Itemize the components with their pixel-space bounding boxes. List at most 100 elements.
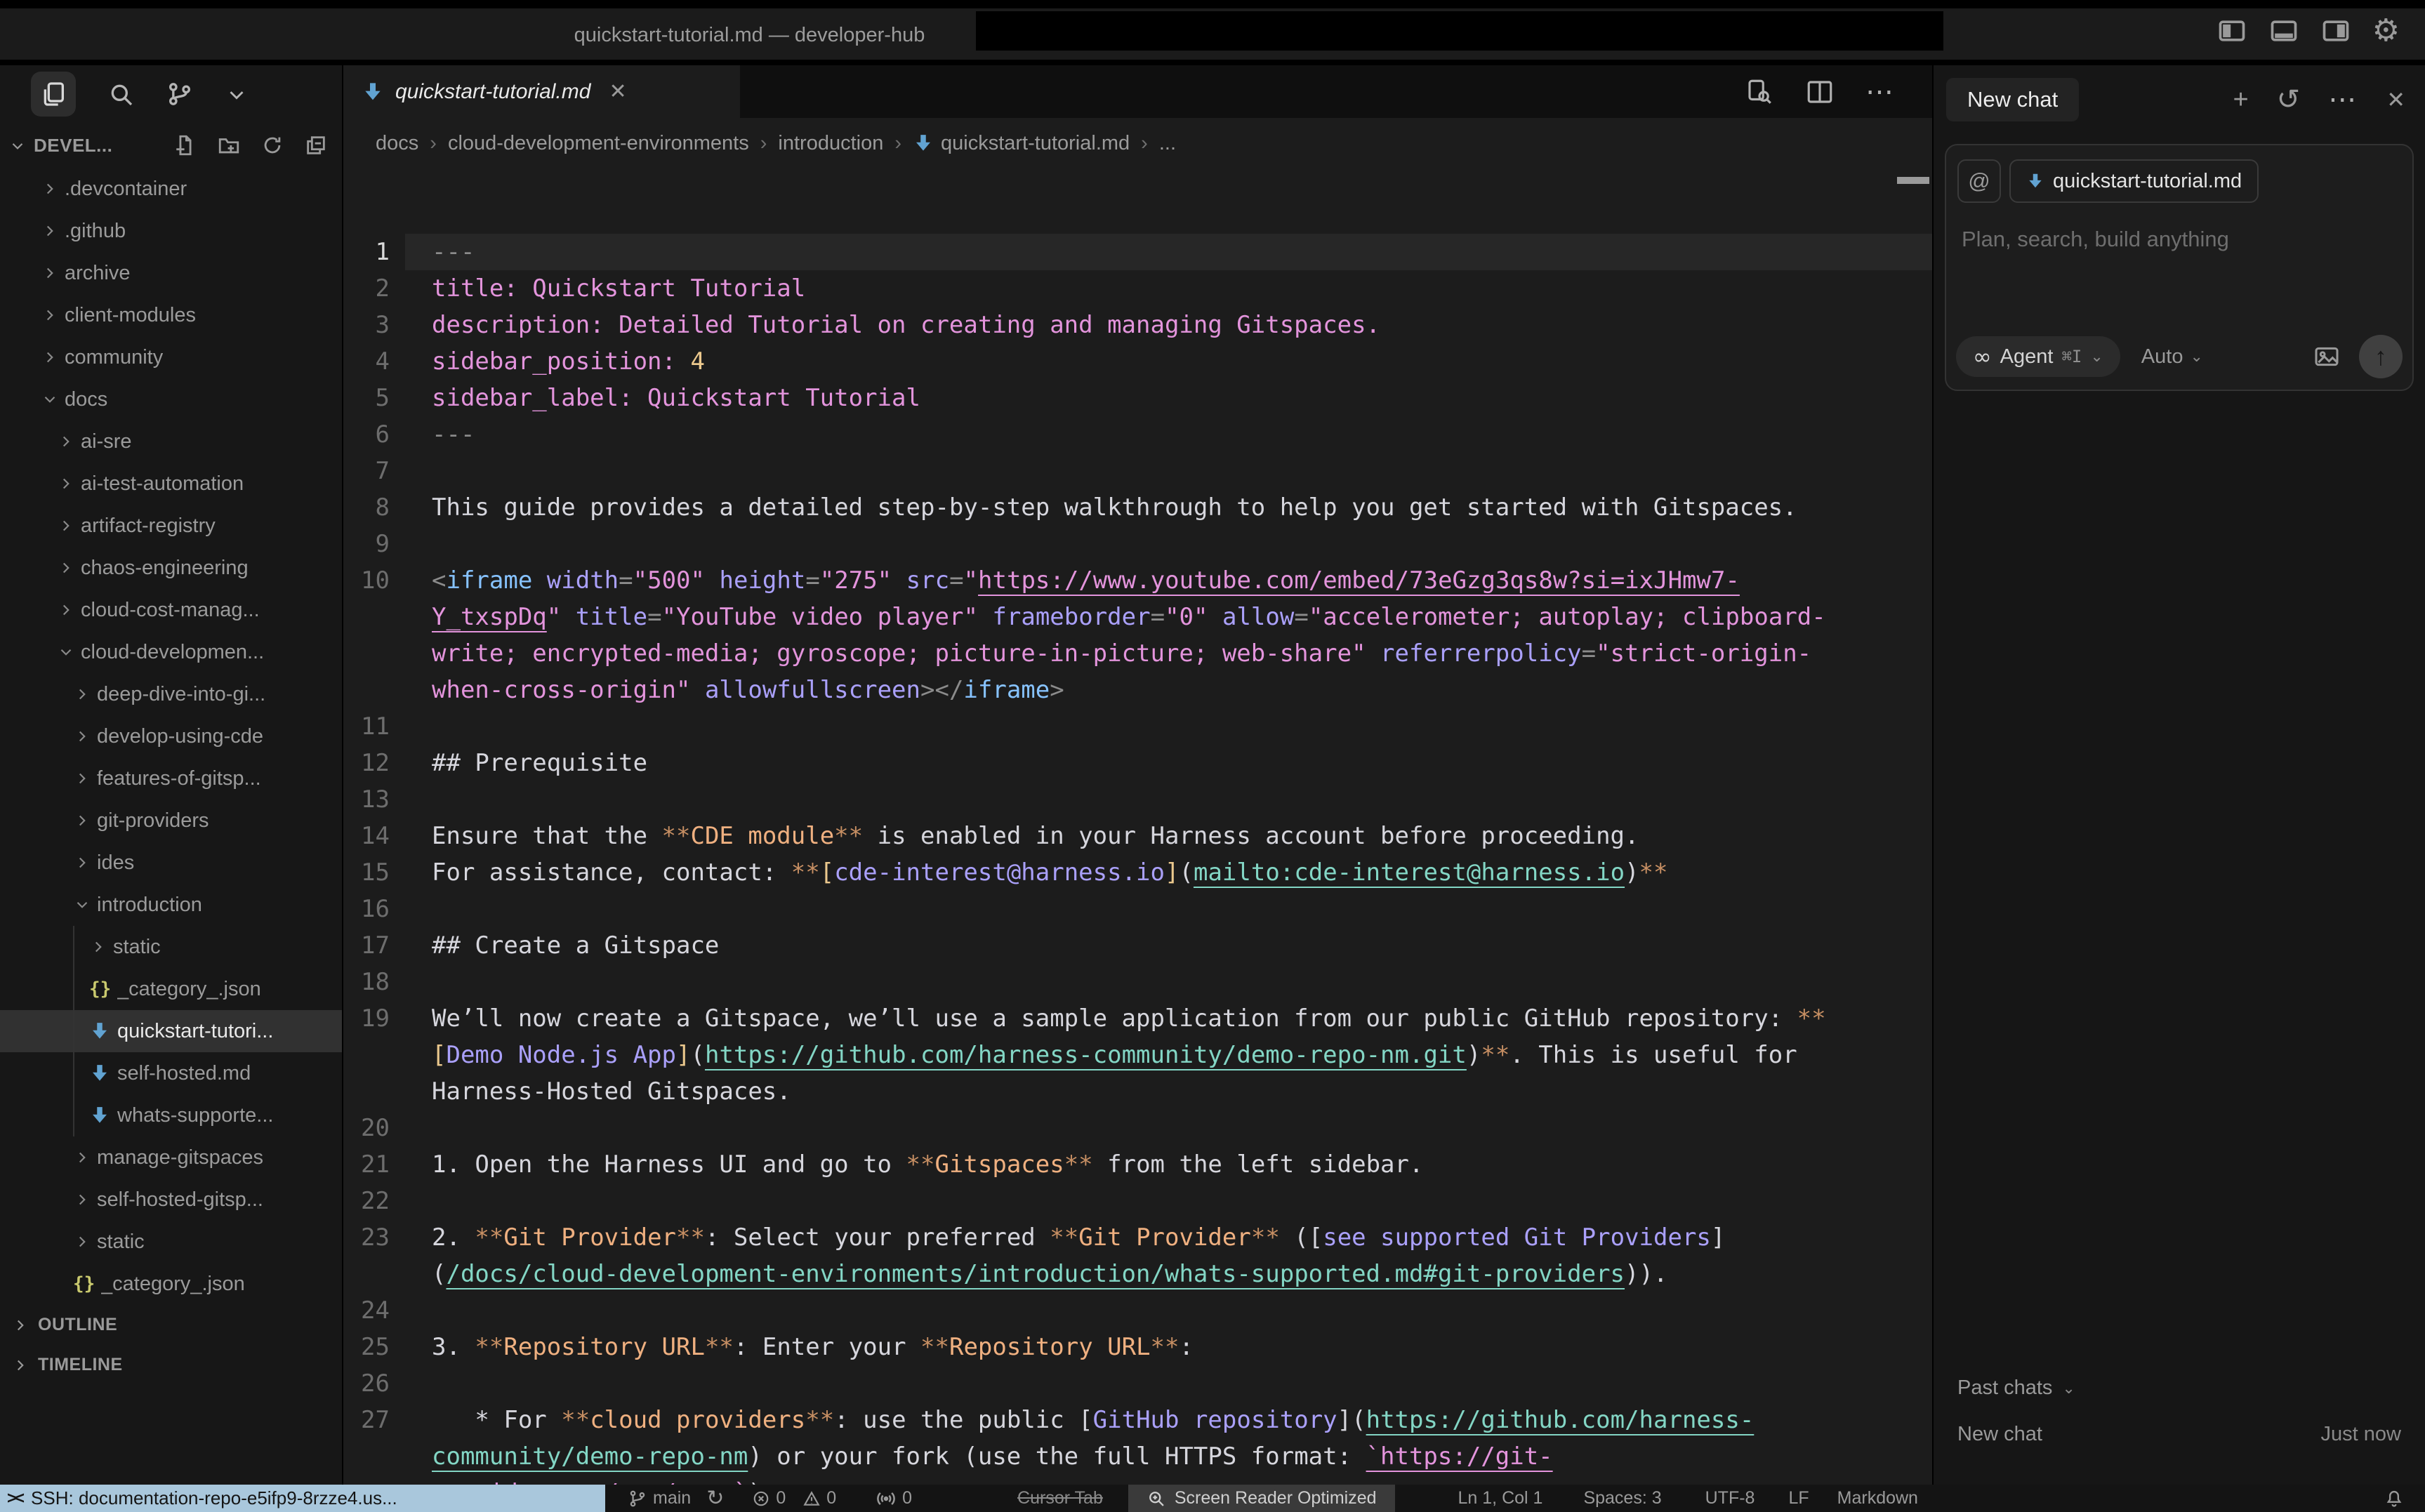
timeline-section[interactable]: TIMELINE [0,1345,342,1385]
chat-history-icon[interactable]: ↺ [2277,84,2301,116]
toggle-left-sidebar-icon[interactable] [2216,15,2247,46]
breadcrumb-item[interactable]: quickstart-tutorial.md [913,132,1130,155]
tree-item-quickstart-tutori-[interactable]: quickstart-tutori... [0,1010,342,1052]
screen-reader-indicator[interactable]: Screen Reader Optimized [1128,1485,1395,1512]
code-line[interactable]: (/docs/cloud-development-environments/in… [343,1256,1932,1292]
code-line[interactable]: 13 [343,781,1932,818]
agent-mode-selector[interactable]: ∞ Agent ⌘I ⌄ [1956,336,2120,377]
tree-item-manage-gitspaces[interactable]: manage-gitspaces [0,1136,342,1179]
tree-item-archive[interactable]: archive [0,252,342,294]
tree-item-static[interactable]: static [0,1221,342,1263]
tree-item-features-of-gitsp-[interactable]: features-of-gitsp... [0,757,342,800]
chat-more-icon[interactable]: ⋯ [2328,93,2358,107]
tree-item-ai-sre[interactable]: ai-sre [0,420,342,463]
code-line[interactable]: 16 [343,891,1932,927]
refresh-icon[interactable] [260,133,284,157]
breadcrumb-item[interactable]: docs [376,132,418,155]
chat-input-placeholder[interactable]: Plan, search, build anything [1962,227,2229,252]
tree-item-cloud-cost-manag-[interactable]: cloud-cost-manag... [0,589,342,631]
code-line[interactable]: 3description: Detailed Tutorial on creat… [343,307,1932,343]
code-line[interactable]: 2title: Quickstart Tutorial [343,270,1932,307]
attach-image-icon[interactable] [2313,343,2341,371]
tree-item-ides[interactable]: ides [0,842,342,884]
tree-item--category-json[interactable]: {}_category_.json [0,968,342,1010]
past-chats-toggle[interactable]: Past chats ⌄ [1957,1377,2075,1400]
chat-input-card[interactable]: @ quickstart-tutorial.md Plan, search, b… [1945,144,2414,391]
code-line[interactable]: community/demo-repo-nm) or your fork (us… [343,1438,1932,1475]
add-context-button[interactable]: @ [1957,159,2001,203]
chat-tab[interactable]: New chat [1946,78,2079,121]
outline-section[interactable]: OUTLINE [0,1305,342,1345]
code-line[interactable]: 4sidebar_position: 4 [343,343,1932,380]
code-line[interactable]: Y_txspDq" title="YouTube video player" f… [343,599,1932,635]
tree-item-client-modules[interactable]: client-modules [0,294,342,336]
breadcrumb-item[interactable]: cloud-development-environments [448,132,749,155]
breadcrumb-item[interactable]: ... [1159,132,1176,155]
code-line[interactable]: 26 [343,1365,1932,1402]
new-folder-icon[interactable] [217,133,241,157]
split-editor-icon[interactable] [1805,77,1835,107]
tree-item-docs[interactable]: docs [0,378,342,420]
code-line[interactable]: 20 [343,1110,1932,1146]
indentation-setting[interactable]: Spaces: 3 [1583,1488,1661,1508]
tree-item-introduction[interactable]: introduction [0,884,342,926]
toggle-right-sidebar-icon[interactable] [2320,15,2351,46]
context-file-chip[interactable]: quickstart-tutorial.md [2009,159,2259,203]
tree-item--devcontainer[interactable]: .devcontainer [0,168,342,210]
code-line[interactable]: 8This guide provides a detailed step-by-… [343,489,1932,526]
code-line[interactable]: 253. **Repository URL**: Enter your **Re… [343,1329,1932,1365]
new-file-icon[interactable] [173,133,197,157]
open-preview-icon[interactable] [1745,77,1774,107]
tree-item-git-providers[interactable]: git-providers [0,800,342,842]
code-line[interactable]: 10<iframe width="500" height="275" src="… [343,562,1932,599]
tree-item--github[interactable]: .github [0,210,342,252]
remote-ssh-indicator[interactable]: >< SSH: documentation-repo-e5ifp9-8rzze4… [0,1485,605,1512]
code-line[interactable]: 14Ensure that the **CDE module** is enab… [343,818,1932,854]
ports-indicator[interactable]: 0 [875,1488,912,1509]
errors-indicator[interactable]: 0 [752,1488,786,1508]
toggle-bottom-panel-icon[interactable] [2268,15,2299,46]
tree-item-static[interactable]: static [0,926,342,968]
code-line[interactable]: 11 [343,708,1932,745]
code-line[interactable]: 27 * For **cloud providers**: use the pu… [343,1402,1932,1438]
code-line[interactable]: 17## Create a Gitspace [343,927,1932,964]
tree-item-self-hosted-gitsp-[interactable]: self-hosted-gitsp... [0,1179,342,1221]
tree-item-self-hosted-md[interactable]: self-hosted.md [0,1052,342,1094]
editor-scrollbar[interactable] [1897,177,1929,184]
source-control-icon[interactable] [166,80,194,108]
code-line[interactable]: 18 [343,964,1932,1000]
code-line[interactable]: 22 [343,1183,1932,1219]
code-editor[interactable]: 1---2title: Quickstart Tutorial3descript… [343,234,1932,1485]
cursor-position[interactable]: Ln 1, Col 1 [1458,1488,1543,1508]
explorer-icon[interactable] [31,72,76,117]
sync-icon[interactable]: ↻ [706,1486,724,1511]
model-selector[interactable]: Auto ⌄ [2141,345,2203,369]
code-line[interactable]: 232. **Git Provider**: Select your prefe… [343,1219,1932,1256]
tree-item-ai-test-automation[interactable]: ai-test-automation [0,463,342,505]
chat-close-icon[interactable]: ✕ [2386,86,2405,113]
tree-item-develop-using-cde[interactable]: develop-using-cde [0,715,342,757]
explorer-title[interactable]: DEVEL... [34,135,112,157]
code-line[interactable]: 211. Open the Harness UI and go to **Git… [343,1146,1932,1183]
language-mode[interactable]: Markdown [1837,1488,1918,1508]
breadcrumb-item[interactable]: introduction [778,132,883,155]
code-line[interactable]: [Demo Node.js App](https://github.com/ha… [343,1037,1932,1073]
code-line[interactable]: 7 [343,453,1932,489]
collapse-all-icon[interactable] [304,133,328,157]
code-line[interactable]: 5sidebar_label: Quickstart Tutorial [343,380,1932,416]
code-line[interactable]: 6--- [343,416,1932,453]
search-icon[interactable] [107,80,135,108]
code-line[interactable]: 9 [343,526,1932,562]
chevron-down-icon[interactable] [225,82,249,106]
notifications-bell-icon[interactable] [2384,1489,2404,1508]
tree-item-cloud-developmen-[interactable]: cloud-developmen... [0,631,342,673]
tree-item-whats-supporte-[interactable]: whats-supporte... [0,1094,342,1136]
new-chat-plus-icon[interactable]: + [2233,85,2248,115]
code-line[interactable]: 24 [343,1292,1932,1329]
tree-item--category-json[interactable]: {}_category_.json [0,1263,342,1305]
encoding-setting[interactable]: UTF-8 [1705,1488,1755,1508]
tab-quickstart-tutorial[interactable]: quickstart-tutorial.md ✕ [343,65,740,118]
code-line[interactable]: when-cross-origin" allowfullscreen></ifr… [343,672,1932,708]
tree-item-deep-dive-into-gi-[interactable]: deep-dive-into-gi... [0,673,342,715]
eol-setting[interactable]: LF [1788,1488,1809,1508]
